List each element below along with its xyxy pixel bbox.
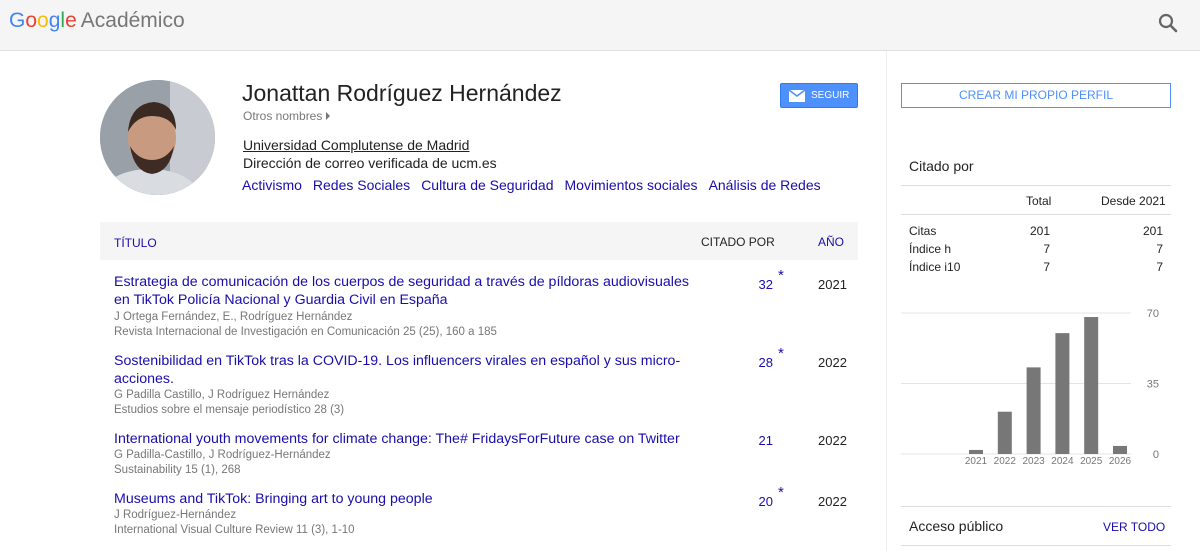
- citations-bar-chart: 70 35 0 2021 2022 2023 2024 2025 2026: [901, 300, 1171, 475]
- other-names-label: Otros nombres: [243, 109, 323, 123]
- article-year: 2022: [818, 355, 847, 370]
- search-icon: [1158, 13, 1178, 33]
- x-tick-label: 2023: [1022, 456, 1045, 467]
- chart-bar[interactable]: [1055, 333, 1070, 454]
- follow-button[interactable]: SEGUIR: [780, 83, 858, 108]
- articles-table-header: TÍTULO CITADO POR AÑO: [100, 222, 858, 260]
- x-tick-label: 2024: [1051, 456, 1074, 467]
- verified-email: Dirección de correo verificada de ucm.es: [243, 155, 497, 171]
- column-divider: [886, 51, 887, 551]
- open-access-heading: Acceso público: [909, 518, 1004, 534]
- article-year: 2021: [818, 277, 847, 292]
- interests-list: Activismo Redes Sociales Cultura de Seguri…: [242, 177, 832, 193]
- logo-letter: g: [48, 9, 61, 32]
- cited-by-heading: Citado por: [909, 158, 974, 174]
- article-year: 2022: [818, 494, 847, 509]
- citation-count-link[interactable]: 28: [740, 355, 773, 370]
- merged-citations-star[interactable]: *: [778, 484, 784, 501]
- follow-label: SEGUIR: [811, 90, 850, 101]
- article-title-link[interactable]: Estrategia de comunicación de los cuerpo…: [114, 273, 704, 309]
- chart-bar[interactable]: [969, 449, 983, 454]
- other-names-toggle[interactable]: Otros nombres: [243, 109, 331, 123]
- logo-letter: e: [65, 9, 77, 32]
- profile-avatar: [100, 80, 215, 195]
- chart-bar[interactable]: [1113, 445, 1127, 454]
- cited-by-column-header: CITADO POR: [701, 235, 775, 249]
- article-year: 2022: [818, 433, 847, 448]
- chart-bar[interactable]: [997, 411, 1012, 454]
- logo-letter: G: [9, 9, 26, 32]
- logo-letter: o: [37, 9, 49, 32]
- divider: [901, 185, 1171, 186]
- article-title-link[interactable]: Sostenibilidad en TikTok tras la COVID-1…: [114, 352, 704, 388]
- metric-label: Citas: [909, 224, 937, 238]
- affiliation-link[interactable]: Universidad Complutense de Madrid: [243, 137, 469, 153]
- metric-since: 7: [1156, 260, 1163, 274]
- see-all-link[interactable]: VER TODO: [1103, 520, 1165, 534]
- metrics-col-total: Total: [1026, 194, 1052, 208]
- article-source: Estudios sobre el mensaje periodístico 2…: [114, 404, 345, 416]
- create-profile-button[interactable]: CREAR MI PROPIO PERFIL: [901, 83, 1171, 108]
- divider: [901, 506, 1171, 507]
- metric-since: 7: [1156, 242, 1163, 256]
- interest-link[interactable]: Análisis de Redes: [709, 177, 821, 193]
- chart-bar[interactable]: [1026, 367, 1041, 454]
- metric-label: Índice i10: [909, 260, 961, 274]
- citation-count-link[interactable]: 20: [740, 494, 773, 509]
- divider: [901, 214, 1171, 215]
- article-source: International Visual Culture Review 11 (…: [114, 524, 355, 536]
- x-tick-label: 2022: [994, 456, 1017, 467]
- x-tick-label: 2021: [965, 456, 988, 467]
- x-tick-label: 2025: [1080, 456, 1103, 467]
- article-title-link[interactable]: Museums and TikTok: Bringing art to youn…: [114, 490, 704, 508]
- article-title-link[interactable]: International youth movements for climat…: [114, 430, 704, 448]
- interest-link[interactable]: Redes Sociales: [313, 177, 410, 193]
- search-button[interactable]: [1155, 10, 1183, 38]
- merged-citations-star[interactable]: *: [778, 267, 784, 284]
- metric-label: Índice h: [909, 242, 952, 256]
- chart-bar[interactable]: [1084, 317, 1099, 454]
- interest-link[interactable]: Cultura de Seguridad: [421, 177, 553, 193]
- article-authors: G Padilla-Castillo, J Rodríguez-Hernánde…: [114, 449, 331, 461]
- metric-since: 201: [1142, 224, 1163, 238]
- citation-count-link[interactable]: 32: [740, 277, 773, 292]
- interest-link[interactable]: Movimientos sociales: [565, 177, 698, 193]
- logo-letter: o: [25, 9, 38, 32]
- sort-by-year[interactable]: AÑO: [818, 235, 844, 249]
- caret-right-icon: [326, 112, 331, 120]
- y-tick-label: 35: [1147, 379, 1159, 391]
- x-tick-label: 2026: [1109, 456, 1132, 467]
- google-scholar-logo[interactable]: Google Académico: [9, 9, 185, 33]
- top-bar: Google Académico: [0, 0, 1200, 51]
- logo-product-name: Académico: [80, 9, 185, 32]
- article-authors: G Padilla Castillo, J Rodríguez Hernánde…: [114, 389, 330, 401]
- article-authors: J Ortega Fernández, E., Rodríguez Hernán…: [114, 311, 353, 323]
- metric-total: 7: [1043, 242, 1050, 256]
- article-source: Revista Internacional de Investigación e…: [114, 326, 497, 338]
- article-authors: J Rodríguez-Hernández: [114, 509, 237, 521]
- article-source: Sustainability 15 (1), 268: [114, 464, 241, 476]
- y-tick-label: 0: [1153, 449, 1159, 461]
- metrics-col-since: Desde 2021: [1101, 194, 1166, 208]
- metric-total: 201: [1029, 224, 1050, 238]
- interest-link[interactable]: Activismo: [242, 177, 302, 193]
- y-tick-label: 70: [1147, 308, 1159, 320]
- metric-total: 7: [1043, 260, 1050, 274]
- mail-icon: [789, 89, 805, 102]
- sort-by-title[interactable]: TÍTULO: [114, 236, 157, 250]
- divider: [901, 545, 1171, 546]
- citation-count-link[interactable]: 21: [740, 433, 773, 448]
- profile-name: Jonattan Rodríguez Hernández: [242, 80, 562, 106]
- merged-citations-star[interactable]: *: [778, 345, 784, 362]
